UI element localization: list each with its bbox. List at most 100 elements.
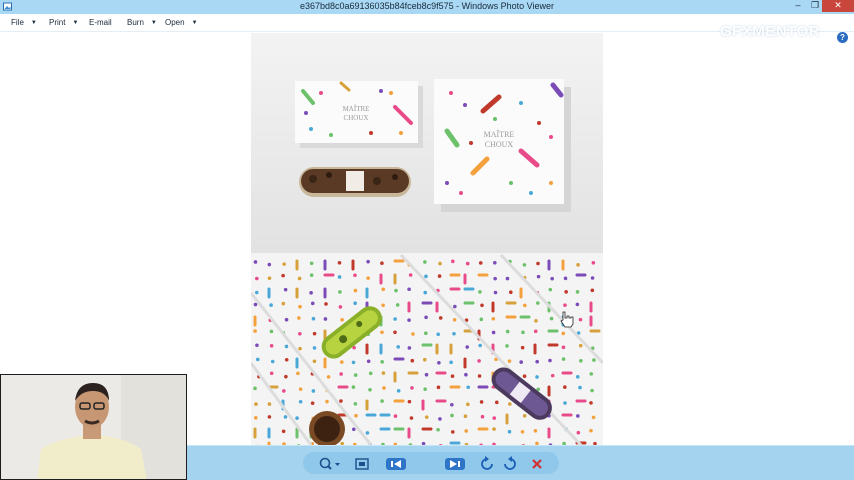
rotate-left-icon[interactable] [477, 455, 499, 473]
sprinkle-dot [561, 357, 566, 361]
delete-icon[interactable] [526, 455, 548, 473]
sprinkle-dot [309, 261, 314, 266]
chevron-down-icon: ▼ [30, 20, 37, 26]
sprinkle-dot [380, 399, 384, 403]
sprinkle-dot [494, 400, 499, 405]
sprinkle-dot [491, 316, 496, 321]
menu-open-label: Open [165, 18, 185, 27]
sprinkle-dot [507, 359, 512, 363]
sprinkle-dot [253, 386, 257, 391]
sprinkle-dot [310, 301, 315, 306]
small-pastry-box: MAÎTRE CHOUX [295, 81, 423, 148]
sprinkle-dot [340, 317, 344, 322]
sprinkle-dot [283, 287, 288, 292]
displayed-photo[interactable]: MAÎTRE CHOUX MAÎTRE CHOUX [251, 33, 603, 445]
close-button[interactable]: ✕ [822, 0, 854, 12]
sprinkle-dot [407, 287, 411, 292]
menu-burn[interactable]: Burn ▼ [127, 18, 157, 27]
sprinkle-dot [339, 372, 343, 376]
zoom-icon[interactable] [316, 455, 342, 473]
sprinkle-dot [354, 413, 358, 418]
menu-email[interactable]: E-mail [89, 18, 112, 27]
sprinkle-dot [296, 371, 300, 376]
sprinkle-dot [505, 329, 510, 334]
large-box-brand-line1: MAÎTRE [484, 129, 515, 139]
sprinkle-dot [589, 401, 593, 405]
sprinkle-dot [493, 276, 497, 281]
sprinkle-dot [309, 273, 314, 277]
sprinkle-dot [380, 360, 384, 364]
sprinkle-dot [380, 330, 384, 335]
sprinkle-dot [508, 290, 513, 295]
sprinkle-dot [424, 315, 428, 320]
sprinkle-dot [253, 329, 257, 333]
sprinkle-dot [589, 428, 593, 433]
sprinkle-dot [465, 345, 470, 349]
sprinkle-dot [353, 373, 358, 377]
sprinkle-dot [366, 276, 370, 280]
sprinkle-dot [436, 427, 440, 432]
sprinkle-dot [450, 413, 454, 418]
sprinkle-dot [395, 303, 400, 307]
sprinkle-dot [478, 261, 483, 265]
sprinkle-dot [450, 374, 455, 378]
sprinkle-dot [564, 290, 568, 294]
rotate-right-icon[interactable] [498, 455, 520, 473]
sprinkle-dot [312, 359, 317, 364]
sprinkle-dot [267, 276, 272, 280]
sprinkle-dot [422, 357, 427, 362]
sprinkle-dot [579, 358, 583, 363]
sprinkle-dot [533, 329, 538, 334]
watermark-part2: MENTOR [752, 23, 821, 40]
sprinkle-dot [311, 389, 316, 393]
sprinkle-dot [536, 261, 540, 266]
sprinkle-dot [534, 318, 538, 323]
sprinkle-dot [578, 385, 582, 390]
sprinkle-dot [411, 332, 415, 336]
title-bar[interactable]: e367bd8c0a69136035b84fceb8c9f575 - Windo… [0, 0, 854, 14]
sprinkle-dot [590, 288, 595, 293]
sprinkle-dot [550, 373, 555, 378]
sprinkle-dot [393, 414, 398, 418]
sprinkle-dot [366, 359, 371, 364]
sprinkle-dot [563, 401, 567, 405]
sprinkle-dot [351, 385, 356, 389]
sprinkle-dot [438, 417, 442, 421]
menu-open[interactable]: Open ▼ [165, 18, 198, 27]
sprinkle-dot [423, 387, 427, 391]
sprinkle-dot [295, 416, 299, 420]
sprinkle-dot [396, 345, 401, 349]
sprinkle-dot [464, 429, 469, 433]
sprinkle-dot [353, 288, 358, 293]
sprinkle-dot [253, 416, 258, 420]
sprinkle-dot [353, 402, 358, 406]
sprinkle-dot [298, 304, 302, 309]
sprinkle-dot [407, 399, 412, 404]
sprinkle-dot [298, 387, 303, 391]
menu-file[interactable]: File ▼ [11, 18, 37, 27]
sprinkle-dot [452, 317, 457, 322]
small-box-brand-line1: MAÎTRE [343, 105, 370, 113]
sprinkle-dot [281, 273, 285, 278]
sprinkle-dot [381, 371, 386, 375]
previous-icon[interactable] [385, 455, 407, 473]
sprinkle-dot [298, 346, 302, 351]
window-title: e367bd8c0a69136035b84fceb8c9f575 - Windo… [299, 1, 555, 11]
sprinkle-dot [323, 317, 328, 321]
sprinkle-dot [563, 276, 568, 281]
sprinkle-dot [452, 331, 456, 336]
actual-size-icon[interactable] [351, 455, 373, 473]
sprinkle-dot [463, 414, 468, 419]
next-icon[interactable] [444, 455, 466, 473]
sprinkle-dot [492, 416, 497, 420]
sprinkle-dot [507, 429, 512, 434]
sprinkle-dot [310, 401, 315, 405]
sprinkle-dot [324, 302, 328, 306]
sprinkle-dot [451, 259, 455, 264]
help-icon[interactable]: ? [837, 32, 848, 43]
menu-print[interactable]: Print ▼ [49, 18, 78, 27]
sprinkle-dot [407, 318, 411, 322]
sprinkle-dot [533, 428, 538, 433]
sprinkle-dot [438, 316, 443, 320]
sprinkle-dot [590, 388, 594, 393]
